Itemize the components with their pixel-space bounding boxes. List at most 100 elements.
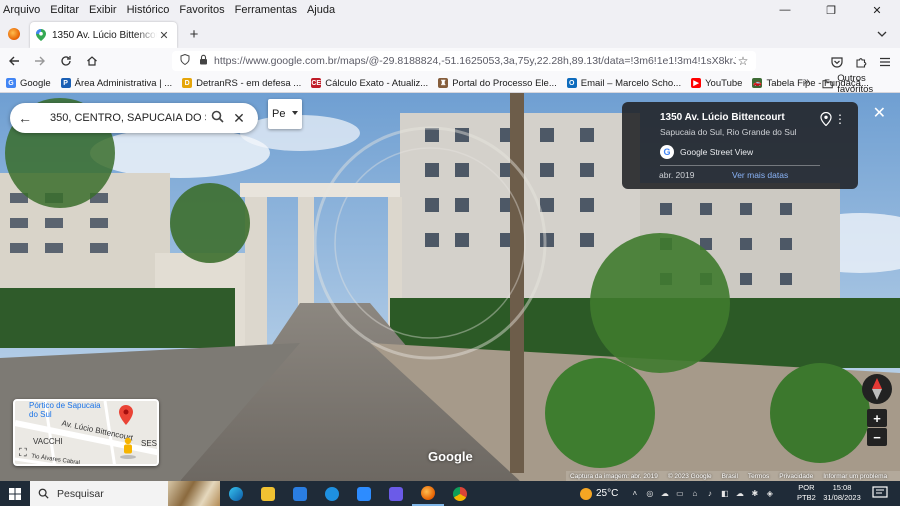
forward-button[interactable] (28, 50, 52, 72)
edge-icon (229, 486, 243, 501)
taskbar-file-explorer[interactable] (252, 481, 284, 506)
location-pin-icon[interactable] (820, 112, 832, 126)
zoom-out-button[interactable]: − (867, 428, 887, 446)
street-view-panorama[interactable]: ← 350, CENTRO, SAPUCAIA DO SUL ✕ Pe 1350… (0, 93, 900, 481)
capture-date: abr. 2019 (659, 170, 695, 180)
other-bookmarks-label: Outros favoritos (837, 72, 874, 95)
weather-sun-icon[interactable] (580, 487, 592, 500)
zoom-in-button[interactable]: + (867, 409, 887, 427)
firefox-view-button[interactable] (4, 24, 24, 44)
clock-time: 15:08 (832, 483, 852, 492)
bookmark-area-administrativa[interactable]: P Área Administrativa | ... (60, 78, 172, 89)
close-street-view-icon[interactable]: ✕ (873, 103, 886, 123)
volume-icon[interactable]: ♪ (703, 481, 716, 506)
other-bookmarks-folder[interactable]: Outros favoritos (822, 72, 900, 95)
taskbar-mail[interactable] (284, 481, 316, 506)
more-vert-icon[interactable]: ⋮ (834, 112, 846, 126)
play-icon (389, 486, 403, 501)
menu-historico[interactable]: Histórico (127, 4, 170, 16)
menu-bar: Arquivo Editar Exibir Histórico Favorito… (0, 0, 900, 20)
menu-editar[interactable]: Editar (50, 4, 79, 16)
taskbar-edge[interactable] (220, 481, 252, 506)
location-subtitle: Sapucaia do Sul, Rio Grande do Sul (660, 127, 797, 137)
chevron-up-icon[interactable]: ˄ (628, 481, 641, 506)
language-indicator[interactable]: POR PTB2 (797, 483, 816, 503)
reload-button[interactable] (54, 50, 78, 72)
bookmark-label: Google (20, 77, 51, 89)
taskbar-firefox[interactable] (412, 481, 444, 506)
tab-google-maps[interactable]: 1350 Av. Lúcio Bittencourt - Go ✕ (30, 22, 177, 48)
menu-exibir[interactable]: Exibir (89, 4, 117, 16)
system-tray: 25°C ˄ ◎ ☁ ▭ ⌂ ♪ ◧ ☁ ✱ ◈ (580, 481, 778, 506)
url-bar[interactable]: https://www.google.com.br/maps/@-29.8188… (172, 51, 756, 71)
menu-ferramentas[interactable]: Ferramentas (235, 4, 297, 16)
brand-label: Google Street View (680, 147, 754, 157)
bookmark-detranrs[interactable]: D DetranRS - em defesa ... (182, 78, 301, 89)
shield-icon[interactable] (178, 53, 192, 68)
extensions-button[interactable] (850, 51, 872, 73)
url-text[interactable]: https://www.google.com.br/maps/@-29.8188… (214, 55, 736, 67)
network-icon[interactable]: ⌂ (688, 481, 701, 506)
start-button[interactable] (0, 481, 30, 506)
terms-link[interactable]: Termos (748, 473, 769, 480)
bluetooth-icon[interactable]: ✱ (748, 481, 761, 506)
restore-button[interactable]: ❐ (808, 0, 854, 20)
bookmarks-overflow-chevron-icon[interactable]: » (804, 76, 810, 87)
search-icon[interactable] (206, 110, 228, 126)
taskbar-internet-explorer[interactable] (316, 481, 348, 506)
menu-arquivo[interactable]: Arquivo (3, 4, 40, 16)
bookmark-star-icon[interactable]: ☆ (736, 54, 750, 68)
taskbar-media-player[interactable] (380, 481, 412, 506)
search-input[interactable]: 350, CENTRO, SAPUCAIA DO SUL (50, 112, 206, 124)
lock-icon[interactable] (196, 54, 210, 68)
pdf-icon[interactable]: ◧ (718, 481, 731, 506)
back-button[interactable] (2, 50, 26, 72)
new-tab-button[interactable]: + (184, 24, 204, 44)
more-dates-link[interactable]: Ver mais datas (732, 170, 788, 180)
app-tray-icon[interactable]: ◈ (763, 481, 776, 506)
portal-icon: P (60, 78, 71, 88)
bookmark-youtube[interactable]: ▶ YouTube (691, 78, 742, 89)
tab-close-icon[interactable]: ✕ (157, 29, 171, 42)
clear-search-icon[interactable]: ✕ (228, 110, 250, 127)
cloud-sync-icon[interactable]: ☁ (658, 481, 671, 506)
menu-ajuda[interactable]: Ajuda (307, 4, 335, 16)
back-arrow-icon[interactable]: ← (18, 110, 38, 126)
minimap-district: VACCHI (33, 437, 63, 446)
taskbar-zoom[interactable] (348, 481, 380, 506)
menu-favoritos[interactable]: Favoritos (179, 4, 224, 16)
weather-temperature[interactable]: 25°C (596, 488, 618, 499)
bookmark-google[interactable]: G Google (6, 78, 51, 89)
bookmark-email[interactable]: O Email – Marcelo Scho... (566, 78, 681, 89)
tab-title: 1350 Av. Lúcio Bittencourt - Go (52, 29, 157, 41)
report-problem-link[interactable]: Informar um problema (823, 473, 887, 480)
privacy-link[interactable]: Privacidade (779, 473, 813, 480)
layer-dropdown[interactable]: Pe (268, 99, 302, 129)
taskbar-chrome[interactable] (444, 481, 476, 506)
compass-icon[interactable] (862, 374, 892, 404)
street-view-search-box[interactable]: ← 350, CENTRO, SAPUCAIA DO SUL ✕ (10, 103, 258, 133)
region-link[interactable]: Brasil (722, 473, 738, 480)
display-icon[interactable]: ▭ (673, 481, 686, 506)
close-window-button[interactable]: ✕ (854, 0, 900, 20)
clock[interactable]: 15:08 31/08/2023 (820, 483, 864, 503)
expand-map-icon[interactable]: ⛶ (19, 447, 33, 461)
pegman-icon[interactable] (119, 437, 137, 459)
list-tabs-chevron-down-icon[interactable] (872, 24, 892, 44)
minimize-button[interactable]: — (762, 0, 808, 20)
onedrive-icon[interactable]: ☁ (733, 481, 746, 506)
notifications-icon[interactable] (872, 486, 888, 500)
street-view-brand: G Google Street View (660, 145, 846, 159)
pocket-button[interactable] (826, 51, 848, 73)
minimap-side: SES (141, 439, 158, 448)
firefox-icon (8, 28, 20, 40)
open-menu-button[interactable] (874, 51, 896, 73)
taskbar-search-box[interactable]: Pesquisar (30, 481, 220, 506)
map-pin-icon (119, 405, 133, 425)
antivirus-icon[interactable]: ◎ (643, 481, 656, 506)
maps-pin-icon (36, 29, 46, 41)
bookmark-portal-processo[interactable]: ♜ Portal do Processo Ele... (438, 78, 557, 89)
home-button[interactable] (80, 50, 104, 72)
mini-map[interactable]: Pórtico de Sapucaia do Sul Av. Lúcio Bit… (13, 399, 159, 466)
bookmark-calculo-exato[interactable]: CE Cálculo Exato - Atualiz... (311, 78, 428, 89)
